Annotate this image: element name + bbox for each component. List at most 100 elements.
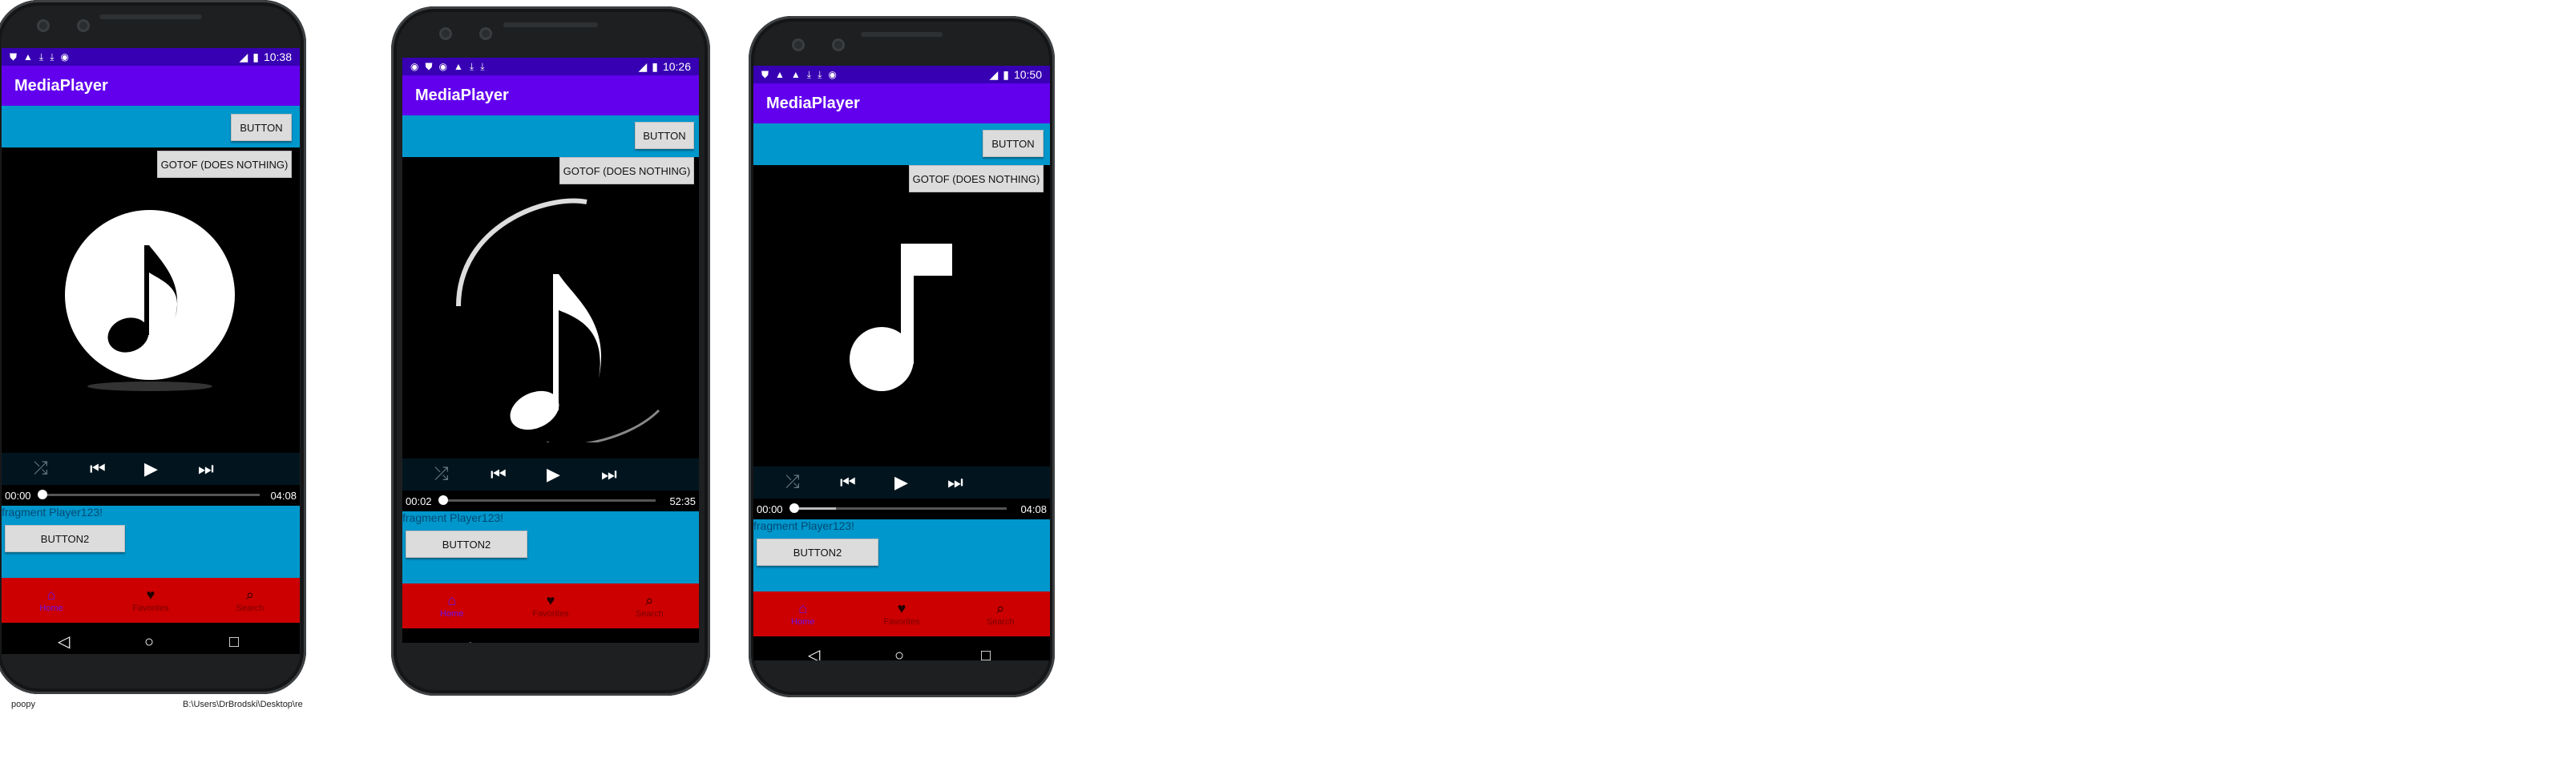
search-icon: ⌕ xyxy=(245,587,254,603)
phone-frame: ⛊ ▲ ▲ ⤓ ⤓ ◉ ◢ ▮ 10:50 MediaPlayer BUTTON… xyxy=(749,16,1055,697)
screenshot-3: ⛊ ▲ ▲ ⤓ ⤓ ◉ ◢ ▮ 10:50 MediaPlayer BUTTON… xyxy=(747,16,1058,705)
record-icon: ◉ xyxy=(60,51,70,63)
fragment-area: fragment Player123! BUTTON2 xyxy=(402,511,699,583)
elapsed-time: 00:02 xyxy=(406,495,432,507)
nav-item-search[interactable]: ⌕ Search xyxy=(600,583,699,628)
home-circle-icon[interactable]: ○ xyxy=(144,634,154,650)
download-icon: ⤓ xyxy=(806,69,812,80)
nav-item-search[interactable]: ⌕ Search xyxy=(200,578,300,623)
phone-top-bezel xyxy=(391,6,710,53)
button[interactable]: BUTTON xyxy=(635,122,694,149)
next-icon[interactable]: ⏭ xyxy=(198,460,214,478)
shuffle-icon[interactable]: ⤮ xyxy=(785,473,800,491)
nav-item-home[interactable]: ⌂ Home xyxy=(2,578,101,623)
player-controls: ⤮ ⏮ ▶ ⏭ xyxy=(402,458,699,491)
taskbar-path: B:\Users\DrBrodski\Desktop\re xyxy=(183,700,303,709)
button[interactable]: BUTTON xyxy=(983,130,1044,157)
search-icon: ⌕ xyxy=(996,600,1005,616)
battery-icon: ▮ xyxy=(652,59,658,73)
recents-icon[interactable]: □ xyxy=(981,648,991,660)
battery-icon: ▮ xyxy=(1003,67,1009,81)
progress-track[interactable] xyxy=(793,507,1007,510)
play-icon[interactable]: ▶ xyxy=(894,474,908,491)
button[interactable]: BUTTON xyxy=(231,114,292,141)
seek-bar: 00:00 04:08 xyxy=(753,499,1050,519)
shield-icon: ⛊ xyxy=(425,61,433,72)
back-icon[interactable]: ◁ xyxy=(58,634,70,650)
elapsed-time: 00:00 xyxy=(757,503,783,515)
system-nav-bar: ◁ ○ □ xyxy=(402,628,699,643)
shuffle-icon[interactable]: ⤮ xyxy=(434,465,449,482)
home-circle-icon[interactable]: ○ xyxy=(547,640,556,643)
progress-track[interactable] xyxy=(42,494,260,496)
camera-icon xyxy=(792,38,805,51)
previous-icon[interactable]: ⏮ xyxy=(491,466,507,483)
phone-frame: ◉ ⛊ ◉ ▲ ⤓ ⤓ ◢ ▮ 10:26 MediaPlayer BUTTON… xyxy=(391,6,710,696)
phone-top-bezel xyxy=(749,16,1055,63)
gotof-button[interactable]: GOTOF (DOES NOTHING) xyxy=(157,151,292,178)
fragment-label: fragment Player123! xyxy=(753,519,855,532)
nav-label: Home xyxy=(439,609,464,619)
nav-label: Search xyxy=(236,604,264,613)
music-note-swirl-icon xyxy=(426,178,667,447)
play-icon[interactable]: ▶ xyxy=(547,466,560,483)
heart-icon: ♥ xyxy=(897,600,906,616)
bottom-navigation: ⌂ Home ♥ Favorites ⌕ Search xyxy=(753,591,1050,636)
nav-label: Search xyxy=(635,609,664,619)
status-bar: ⛊ ▲ ▲ ⤓ ⤓ ◉ ◢ ▮ 10:50 xyxy=(753,66,1050,83)
duration-time: 52:35 xyxy=(669,495,696,507)
bottom-navigation: ⌂ Home ♥ Favorites ⌕ Search xyxy=(2,578,300,623)
record-icon: ◉ xyxy=(410,61,419,72)
nav-item-home[interactable]: ⌂ Home xyxy=(753,591,852,636)
taskbar-app-label: poopy xyxy=(11,700,35,709)
fragment-label: fragment Player123! xyxy=(2,506,103,519)
player-controls: ⤮ ⏮ ▶ ⏭ xyxy=(2,453,300,485)
seek-thumb[interactable] xyxy=(789,503,799,513)
progress-fill xyxy=(793,507,837,510)
back-icon[interactable]: ◁ xyxy=(458,640,470,643)
nav-item-favorites[interactable]: ♥ Favorites xyxy=(852,591,951,636)
recents-icon[interactable]: □ xyxy=(635,640,644,643)
app-bar: MediaPlayer xyxy=(402,75,699,115)
earpiece-speaker xyxy=(99,14,202,19)
play-icon[interactable]: ▶ xyxy=(144,460,158,478)
signal-icon: ◢ xyxy=(239,50,248,63)
warning-icon: ▲ xyxy=(23,51,33,63)
camera-icon xyxy=(832,38,845,51)
recents-icon[interactable]: □ xyxy=(229,634,239,650)
music-note-icon xyxy=(850,240,954,393)
next-icon[interactable]: ⏭ xyxy=(947,474,963,491)
previous-icon[interactable]: ⏮ xyxy=(90,460,106,478)
shuffle-icon[interactable]: ⤮ xyxy=(34,459,48,477)
nav-item-search[interactable]: ⌕ Search xyxy=(951,591,1050,636)
button2[interactable]: BUTTON2 xyxy=(757,539,878,566)
home-icon: ⌂ xyxy=(46,587,56,603)
fragment-area: fragment Player123! BUTTON2 xyxy=(2,506,300,578)
status-time: 10:26 xyxy=(662,60,691,73)
next-icon[interactable]: ⏭ xyxy=(601,466,617,483)
home-circle-icon[interactable]: ○ xyxy=(894,648,904,660)
player-controls: ⤮ ⏮ ▶ ⏭ xyxy=(753,466,1050,499)
gotof-button[interactable]: GOTOF (DOES NOTHING) xyxy=(909,165,1044,192)
shield-icon: ⛊ xyxy=(10,51,18,63)
nav-item-home[interactable]: ⌂ Home xyxy=(402,583,501,628)
seek-thumb[interactable] xyxy=(438,495,448,505)
seek-thumb[interactable] xyxy=(38,490,47,499)
phone-top-bezel xyxy=(0,0,306,46)
back-icon[interactable]: ◁ xyxy=(808,648,820,660)
phone-frame: ⛊ ▲ ⤓ ⤓ ◉ ◢ ▮ 10:38 MediaPlayer BUTTON G… xyxy=(0,0,306,694)
button2[interactable]: BUTTON2 xyxy=(406,531,527,558)
seek-bar: 00:00 04:08 xyxy=(2,485,300,506)
app-bar: MediaPlayer xyxy=(2,66,300,106)
search-icon: ⌕ xyxy=(645,592,654,608)
nav-label: Home xyxy=(39,604,63,613)
download-icon: ⤓ xyxy=(38,51,44,63)
camera-icon xyxy=(479,27,492,40)
app-title: MediaPlayer xyxy=(14,76,108,95)
previous-icon[interactable]: ⏮ xyxy=(840,474,856,491)
phone-screen: ⛊ ▲ ▲ ⤓ ⤓ ◉ ◢ ▮ 10:50 MediaPlayer BUTTON… xyxy=(753,66,1050,660)
nav-item-favorites[interactable]: ♥ Favorites xyxy=(501,583,600,628)
progress-track[interactable] xyxy=(441,499,656,502)
nav-item-favorites[interactable]: ♥ Favorites xyxy=(101,578,200,623)
button2[interactable]: BUTTON2 xyxy=(5,525,125,552)
